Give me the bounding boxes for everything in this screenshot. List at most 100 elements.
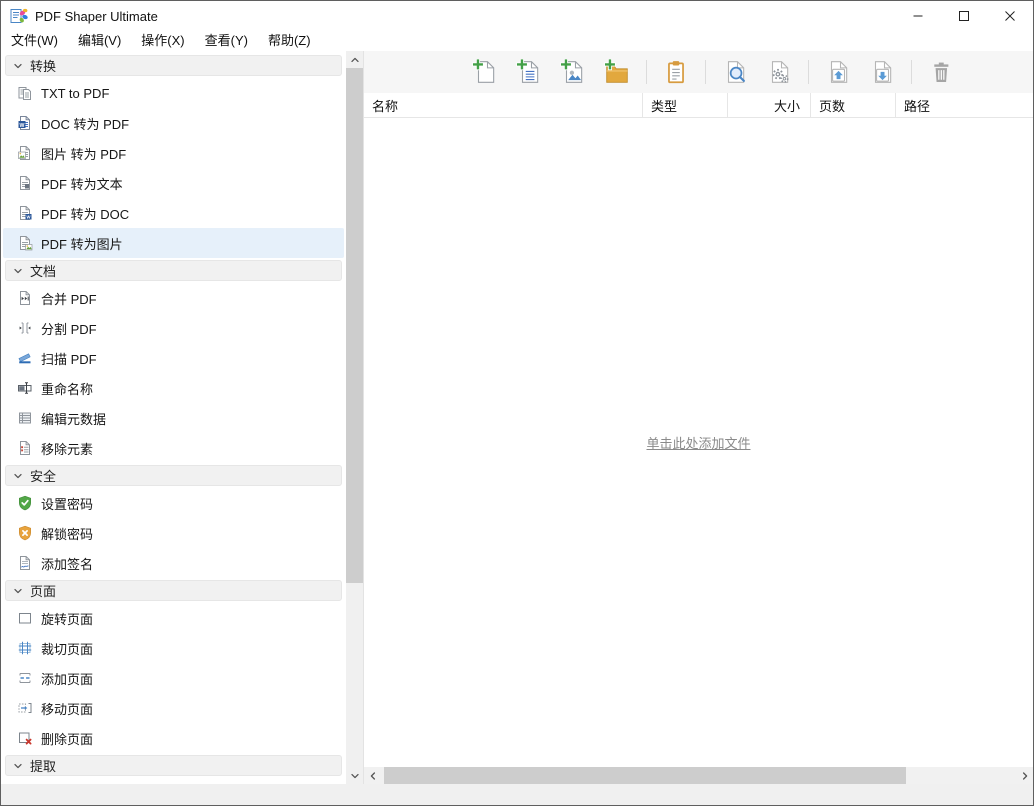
column-header-size[interactable]: 大小 <box>728 93 811 117</box>
scroll-down-arrow-icon[interactable] <box>346 767 363 784</box>
sidebar-section-label: 安全 <box>30 466 56 485</box>
scan-pdf-icon <box>17 350 33 366</box>
menu-bar: 文件(W)编辑(V)操作(X)查看(Y)帮助(Z) <box>1 31 1033 51</box>
app-logo-icon <box>10 7 28 25</box>
toolbar-preview-document-button[interactable] <box>718 55 752 89</box>
title-bar: PDF Shaper Ultimate <box>1 1 1033 31</box>
sidebar-item-delete-pages[interactable]: 删除页面 <box>3 723 344 753</box>
add-files-link[interactable]: 单击此处添加文件 <box>646 433 750 452</box>
pdf-to-doc-icon: W <box>17 205 33 221</box>
sidebar-item-txt-to-pdf[interactable]: TXT to PDF <box>3 78 344 108</box>
image-to-pdf-icon <box>17 145 33 161</box>
move-down-icon <box>869 59 895 85</box>
sidebar-scrollbar-track[interactable] <box>346 68 363 767</box>
toolbar-document-settings-button[interactable] <box>762 55 796 89</box>
sidebar-item-scan-pdf[interactable]: 扫描 PDF <box>3 343 344 373</box>
sidebar-section-header[interactable]: 安全 <box>5 465 342 486</box>
sidebar-item-label: 旋转页面 <box>41 609 93 628</box>
toolbar-separator <box>911 60 912 84</box>
sidebar-item-rename-files[interactable]: 重命名称 <box>3 373 344 403</box>
main-panel: 名称类型大小页数路径 单击此处添加文件 <box>363 51 1033 784</box>
sidebar-item-pdf-to-text[interactable]: PDF 转为文本 <box>3 168 344 198</box>
close-button[interactable] <box>987 1 1033 31</box>
move-up-icon <box>825 59 851 85</box>
sidebar-item-rotate-pages[interactable]: 旋转页面 <box>3 603 344 633</box>
pdf-to-text-icon <box>17 175 33 191</box>
sidebar-item-split-pdf[interactable]: 分割 PDF <box>3 313 344 343</box>
toolbar-add-folder-button[interactable] <box>600 55 634 89</box>
sidebar-section-header[interactable]: 页面 <box>5 580 342 601</box>
toolbar-paste-button[interactable] <box>659 55 693 89</box>
window-title: PDF Shaper Ultimate <box>35 9 158 24</box>
sidebar-item-edit-metadata[interactable]: 编辑元数据 <box>3 403 344 433</box>
split-pdf-icon <box>17 320 33 336</box>
sidebar-item-doc-to-pdf[interactable]: WDOC 转为 PDF <box>3 108 344 138</box>
sidebar-section-header[interactable]: 转换 <box>5 55 342 76</box>
sidebar-section-header[interactable]: 提取 <box>5 755 342 776</box>
set-password-icon <box>17 495 33 511</box>
sidebar-item-label: PDF 转为 DOC <box>41 204 129 223</box>
chevron-down-icon <box>13 586 23 596</box>
column-header-pages[interactable]: 页数 <box>811 93 896 117</box>
sidebar-item-label: 移除元素 <box>41 439 93 458</box>
maximize-icon <box>959 11 969 21</box>
unlock-password-icon <box>17 525 33 541</box>
horizontal-scrollbar[interactable] <box>364 767 1033 784</box>
sidebar-item-label: 分割 PDF <box>41 319 97 338</box>
maximize-button[interactable] <box>941 1 987 31</box>
sidebar-section-label: 提取 <box>30 756 56 775</box>
toolbar-delete-button[interactable] <box>924 55 958 89</box>
chevron-down-icon <box>13 61 23 71</box>
toolbar-add-file-button[interactable] <box>468 55 502 89</box>
crop-pages-icon <box>17 640 33 656</box>
pdf-to-image-icon <box>17 235 33 251</box>
file-list-header: 名称类型大小页数路径 <box>364 93 1033 118</box>
sidebar-item-crop-pages[interactable]: 裁切页面 <box>3 633 344 663</box>
sidebar-item-label: 编辑元数据 <box>41 409 106 428</box>
menu-actions[interactable]: 操作(X) <box>133 31 192 51</box>
bottom-strip <box>1 784 1033 805</box>
toolbar-move-up-button[interactable] <box>821 55 855 89</box>
toolbar-add-image-button[interactable] <box>556 55 590 89</box>
column-header-name[interactable]: 名称 <box>364 93 643 117</box>
sidebar-item-merge-pdf[interactable]: 合并 PDF <box>3 283 344 313</box>
menu-file[interactable]: 文件(W) <box>3 31 66 51</box>
sidebar-item-unlock-password[interactable]: 解锁密码 <box>3 518 344 548</box>
add-pages-icon <box>17 670 33 686</box>
menu-help[interactable]: 帮助(Z) <box>260 31 319 51</box>
menu-view[interactable]: 查看(Y) <box>197 31 256 51</box>
merge-pdf-icon <box>17 290 33 306</box>
add-signature-icon <box>17 555 33 571</box>
sidebar-item-set-password[interactable]: 设置密码 <box>3 488 344 518</box>
sidebar-item-add-signature[interactable]: 添加签名 <box>3 548 344 578</box>
column-header-type[interactable]: 类型 <box>643 93 728 117</box>
horizontal-scrollbar-thumb[interactable] <box>384 767 906 784</box>
scroll-left-arrow-icon[interactable] <box>364 767 381 784</box>
chevron-down-icon <box>13 761 23 771</box>
toolbar <box>364 51 1033 93</box>
scroll-up-arrow-icon[interactable] <box>346 51 363 68</box>
svg-text:W: W <box>27 214 31 219</box>
sidebar-item-pdf-to-image[interactable]: PDF 转为图片 <box>3 228 344 258</box>
sidebar-item-label: 删除页面 <box>41 729 93 748</box>
toolbar-add-document-button[interactable] <box>512 55 546 89</box>
sidebar-section-header[interactable]: 文档 <box>5 260 342 281</box>
sidebar-scrollbar[interactable] <box>346 51 363 784</box>
sidebar-scrollbar-thumb[interactable] <box>346 68 363 583</box>
menu-edit[interactable]: 编辑(V) <box>70 31 129 51</box>
document-settings-icon <box>766 59 792 85</box>
toolbar-separator <box>808 60 809 84</box>
sidebar-item-label: 移动页面 <box>41 699 93 718</box>
toolbar-separator <box>705 60 706 84</box>
sidebar-item-pdf-to-doc[interactable]: W PDF 转为 DOC <box>3 198 344 228</box>
sidebar-item-label: 裁切页面 <box>41 639 93 658</box>
sidebar-item-move-pages[interactable]: 移动页面 <box>3 693 344 723</box>
minimize-button[interactable] <box>895 1 941 31</box>
scroll-right-arrow-icon[interactable] <box>1016 767 1033 784</box>
column-header-path[interactable]: 路径 <box>896 93 1033 117</box>
toolbar-move-down-button[interactable] <box>865 55 899 89</box>
sidebar-item-add-pages[interactable]: 添加页面 <box>3 663 344 693</box>
sidebar-section-label: 转换 <box>30 56 56 75</box>
sidebar-item-remove-elements[interactable]: 移除元素 <box>3 433 344 463</box>
sidebar-item-image-to-pdf[interactable]: 图片 转为 PDF <box>3 138 344 168</box>
